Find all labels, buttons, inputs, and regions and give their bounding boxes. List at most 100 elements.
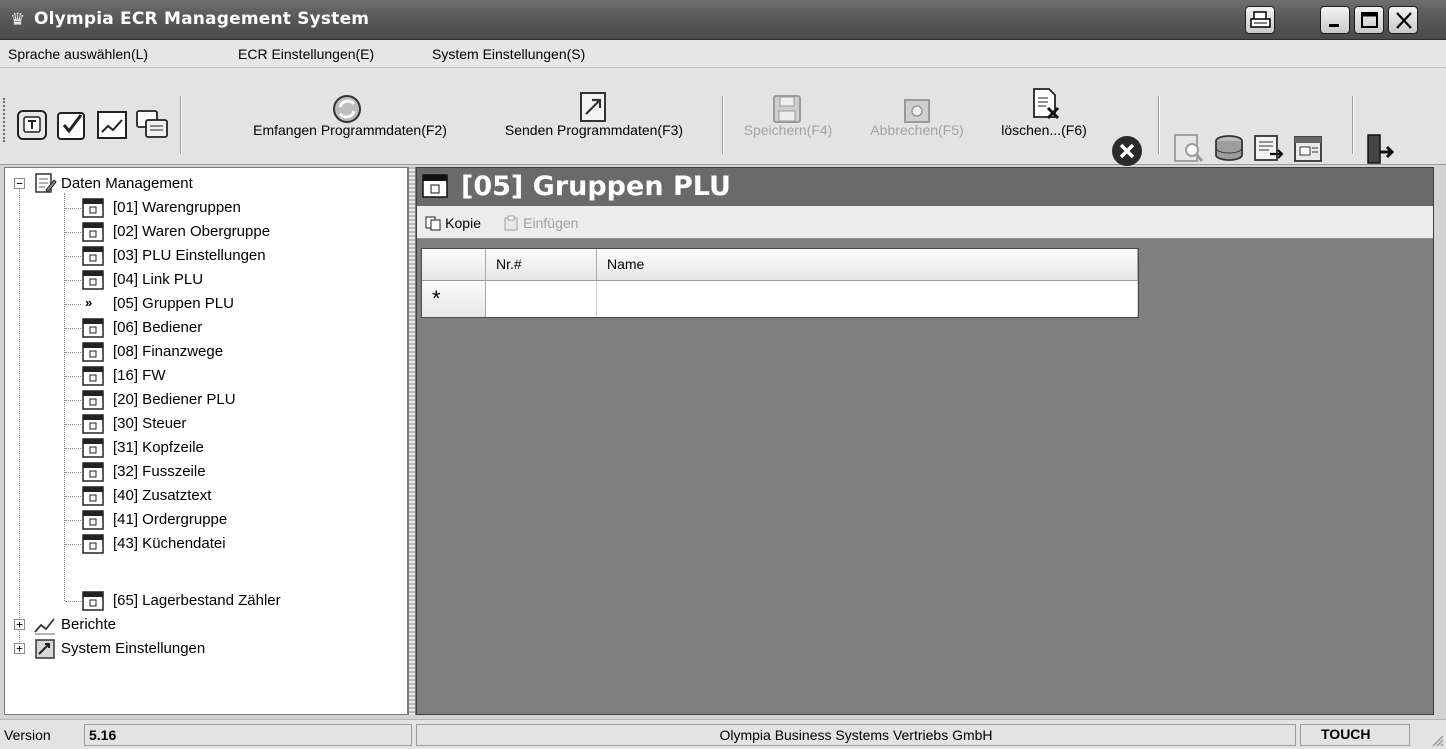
data-grid: Nr.# Name * <box>421 248 1139 318</box>
tree-item-04[interactable]: [04] Link PLU <box>5 268 405 292</box>
tree-node-reports[interactable]: + Berichte <box>5 613 405 637</box>
tree-item-08[interactable]: [08] Finanzwege <box>5 340 405 364</box>
app-icon: ♛ <box>10 10 26 29</box>
database-button[interactable] <box>1212 132 1246 166</box>
tree-connector <box>65 496 81 497</box>
tree-item-16[interactable]: [16] FW <box>5 364 405 388</box>
title-bar: ♛ Olympia ECR Management System <box>0 0 1446 40</box>
save-button[interactable]: Speichern(F4) <box>724 68 852 163</box>
paste-label: Einfügen <box>523 215 579 231</box>
tree-item-30[interactable]: [30] Steuer <box>5 412 405 436</box>
table-icon <box>82 342 104 362</box>
keyboard-icon <box>17 110 47 140</box>
tree-item-03[interactable]: [03] PLU Einstellungen <box>5 244 405 268</box>
menu-language[interactable]: Sprache auswählen(L) <box>8 46 148 62</box>
collapse-icon[interactable]: − <box>14 178 25 189</box>
close-button[interactable] <box>1388 6 1418 34</box>
receive-program-data-button[interactable]: Emfangen Programmdaten(F2) <box>222 68 478 163</box>
tree-item-label: [65] Lagerbestand Zähler <box>113 592 281 609</box>
tree-item-02[interactable]: [02] Waren Obergruppe <box>5 220 405 244</box>
tree-node-data-management[interactable]: − Daten Management <box>5 172 405 196</box>
messages-tool-button[interactable] <box>135 108 169 142</box>
table-icon <box>82 390 104 410</box>
menu-system-settings[interactable]: System Einstellungen(S) <box>432 46 585 62</box>
panel-title: [05] Gruppen PLU <box>461 171 731 202</box>
database-icon <box>1215 135 1243 161</box>
expand-icon[interactable]: + <box>14 619 25 630</box>
copy-button[interactable]: Kopie <box>425 215 481 232</box>
tree-connector <box>65 232 81 233</box>
column-header-number[interactable]: Nr.# <box>486 249 597 281</box>
chart-icon <box>97 111 127 139</box>
tree-item-label: [05] Gruppen PLU <box>113 295 234 312</box>
data-management-icon <box>35 173 57 193</box>
system-settings-icon <box>35 639 55 659</box>
tree-item-65[interactable]: [65] Lagerbestand Zähler <box>5 589 405 613</box>
tree-connector <box>65 328 81 329</box>
cancel-button[interactable]: Abbrechen(F5) <box>852 68 982 163</box>
table-icon <box>82 591 104 611</box>
company-name: Olympia Business Systems Vertriebs GmbH <box>416 724 1296 746</box>
tree-item-label: [02] Waren Obergruppe <box>113 223 271 240</box>
tree-item-spacer <box>5 560 405 584</box>
tree-connector <box>65 448 81 449</box>
toolbar-separator <box>1352 96 1354 154</box>
table-icon <box>82 318 104 338</box>
check-tool-button[interactable] <box>55 108 89 142</box>
tree-connector <box>65 256 81 257</box>
close-panel-button[interactable] <box>1110 134 1144 168</box>
export-button[interactable] <box>1252 132 1286 166</box>
close-icon <box>1396 12 1412 29</box>
toolbar: Emfangen Programmdaten(F2) Senden Progra… <box>0 68 1446 168</box>
toolbar-separator <box>180 96 182 154</box>
resize-grip-icon[interactable] <box>1430 733 1444 747</box>
pane-splitter[interactable] <box>408 167 416 715</box>
tree-connector <box>65 520 81 521</box>
search-document-icon <box>1174 134 1204 162</box>
tree-connector <box>65 352 81 353</box>
tree-item-43[interactable]: [43] Küchendatei <box>5 532 405 556</box>
toolbar-grip[interactable] <box>3 98 6 142</box>
tree-item-label: [30] Steuer <box>113 415 187 432</box>
maximize-button[interactable] <box>1354 6 1384 34</box>
tree-root-label: Daten Management <box>61 175 193 192</box>
tree-connector <box>65 376 81 377</box>
search-document-button[interactable] <box>1172 132 1206 166</box>
tree-item-20[interactable]: [20] Bediener PLU <box>5 388 405 412</box>
menu-ecr-settings[interactable]: ECR Einstellungen(E) <box>238 46 374 62</box>
tree-item-label: [20] Bediener PLU <box>113 391 236 408</box>
new-row-name-cell[interactable] <box>597 281 1138 317</box>
exit-door-icon <box>1367 134 1395 164</box>
tree-item-01[interactable]: [01] Warengruppen <box>5 196 405 220</box>
column-header-name[interactable]: Name <box>597 249 1138 281</box>
tree-item-32[interactable]: [32] Fusszeile <box>5 460 405 484</box>
version-value: 5.16 <box>84 724 412 746</box>
tree-item-05-current[interactable]: » [05] Gruppen PLU <box>5 292 405 316</box>
delete-button[interactable]: löschen...(F6) <box>984 68 1104 163</box>
send-program-data-button[interactable]: Senden Programmdaten(F3) <box>480 68 708 163</box>
delete-document-icon <box>1033 88 1060 120</box>
print-button[interactable] <box>1245 6 1275 34</box>
report-button[interactable] <box>1292 132 1326 166</box>
column-header-label: Name <box>607 256 645 272</box>
printer-icon <box>1250 11 1271 28</box>
paste-button[interactable]: Einfügen <box>503 215 578 232</box>
tree-item-31[interactable]: [31] Kopfzeile <box>5 436 405 460</box>
edit-toolbar: Kopie Einfügen <box>417 206 1433 239</box>
keyboard-tool-button[interactable] <box>15 108 49 142</box>
expand-icon[interactable]: + <box>14 643 25 654</box>
chart-tool-button[interactable] <box>95 108 129 142</box>
tree-item-label: [31] Kopfzeile <box>113 439 204 456</box>
new-row-number-cell[interactable] <box>486 281 597 317</box>
tree-item-06[interactable]: [06] Bediener <box>5 316 405 340</box>
new-row-header[interactable]: * <box>422 281 486 317</box>
tree-connector <box>65 544 81 545</box>
tree-item-label: [08] Finanzwege <box>113 343 224 360</box>
tree-node-system-settings[interactable]: + System Einstellungen <box>5 637 405 661</box>
exit-button[interactable] <box>1362 132 1396 166</box>
tree-item-40[interactable]: [40] Zusatztext <box>5 484 405 508</box>
minimize-button[interactable] <box>1320 6 1350 34</box>
close-circle-icon <box>1112 136 1142 166</box>
tree-item-41[interactable]: [41] Ordergruppe <box>5 508 405 532</box>
table-icon <box>82 462 104 482</box>
